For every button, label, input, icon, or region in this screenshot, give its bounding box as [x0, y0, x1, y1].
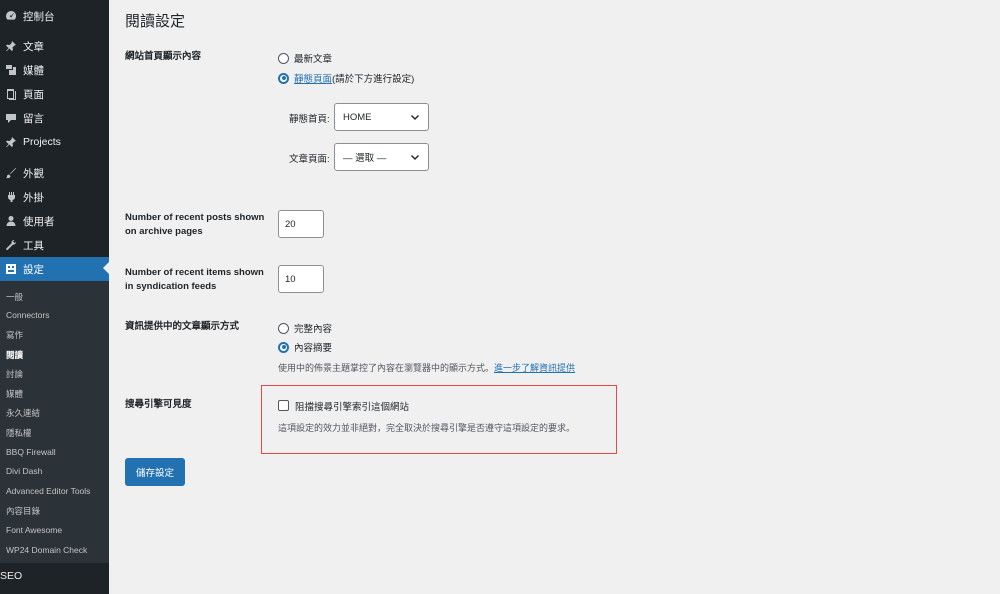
sidebar-item-label: 頁面: [23, 88, 44, 101]
radio-latest-posts[interactable]: 最新文章: [278, 51, 332, 65]
submenu-item-toc[interactable]: 內容目錄: [6, 505, 40, 517]
posts-per-page-input[interactable]: 20: [278, 210, 324, 238]
radio-button[interactable]: [278, 52, 289, 64]
sidebar-item-label: 媒體: [23, 64, 44, 77]
settings-icon: [5, 263, 17, 275]
sidebar-item-media[interactable]: 媒體: [0, 59, 109, 81]
submenu-item-advanced-editor-tools[interactable]: Advanced Editor Tools: [6, 486, 90, 496]
posts-page-label: 文章頁面:: [289, 154, 330, 165]
page-title: 閱讀設定: [125, 13, 186, 30]
main-content: 閱讀設定 網站首頁顯示內容 最新文章 靜態頁面 (請於下方進行設定) 靜態首頁:…: [109, 0, 1000, 594]
media-icon: [5, 64, 17, 76]
pin-icon: [5, 40, 17, 52]
submenu-item-connectors[interactable]: Connectors: [6, 310, 49, 320]
front-page-select-value: HOME: [343, 111, 372, 123]
sidebar-item-label: 使用者: [23, 215, 55, 228]
posts-page-select-value: — 選取 —: [343, 153, 387, 164]
pin-icon: [5, 136, 17, 148]
static-page-link[interactable]: 靜態頁面: [294, 71, 332, 85]
homepage-display-label: 網站首頁顯示內容: [125, 51, 202, 62]
discourage-search-checkbox[interactable]: [278, 400, 289, 411]
feed-content-description: 使用中的佈景主題掌控了內容在瀏覽器中的顯示方式。進一步了解資訊提供: [278, 361, 575, 374]
sidebar-item-seo[interactable]: SEO: [0, 563, 109, 589]
sidebar-item-plugins[interactable]: 外掛: [0, 186, 109, 208]
radio-static-page[interactable]: 靜態頁面 (請於下方進行設定): [278, 71, 414, 85]
sidebar-item-posts[interactable]: 文章: [0, 35, 109, 57]
discourage-search-label[interactable]: 阻擋搜尋引擎索引這個網站: [295, 399, 409, 413]
submenu-item-reading[interactable]: 閱讀: [6, 349, 23, 361]
submenu-item-general[interactable]: 一般: [6, 291, 23, 303]
radio-label-latest: 最新文章: [294, 54, 333, 65]
user-icon: [5, 215, 17, 227]
sidebar-item-label: 控制台: [23, 10, 55, 23]
submenu-item-wp24-domain-check[interactable]: WP24 Domain Check: [6, 545, 87, 555]
feed-items-label: Number of recent items shown in syndicat…: [125, 267, 264, 292]
plugin-icon: [5, 191, 17, 203]
radio-button[interactable]: [278, 322, 289, 334]
sidebar-item-pages[interactable]: 頁面: [0, 83, 109, 105]
posts-per-page-label: Number of recent posts shown on archive …: [125, 212, 265, 237]
chevron-down-icon: [411, 155, 419, 160]
posts-per-page-value: 20: [285, 218, 296, 230]
sidebar-item-users[interactable]: 使用者: [0, 210, 109, 232]
submenu-item-permalinks[interactable]: 永久連結: [6, 407, 40, 419]
radio-full-text[interactable]: 完整內容: [278, 321, 332, 335]
submenu-item-font-awesome[interactable]: Font Awesome: [6, 525, 62, 535]
posts-page-select[interactable]: — 選取 —: [334, 143, 429, 171]
radio-button-checked[interactable]: [278, 72, 289, 84]
admin-sidebar: 控制台 文章 媒體 頁面 留言 Projects 外觀 外掛 使用者 工具 設定: [0, 0, 109, 594]
submenu-item-writing[interactable]: 寫作: [6, 329, 23, 341]
feed-items-input[interactable]: 10: [278, 265, 324, 293]
submenu-item-divi-dash[interactable]: Divi Dash: [6, 466, 42, 476]
highlight-box: [261, 385, 617, 454]
feed-learn-more-link[interactable]: 進一步了解資訊提供: [494, 363, 575, 373]
wrench-icon: [5, 239, 17, 251]
chevron-down-icon: [411, 115, 419, 120]
feed-items-value: 10: [285, 273, 296, 285]
sidebar-item-comments[interactable]: 留言: [0, 107, 109, 129]
front-page-label: 靜態首頁:: [289, 114, 330, 125]
sidebar-item-label: Projects: [23, 136, 61, 148]
sidebar-item-projects[interactable]: Projects: [0, 131, 109, 153]
sidebar-item-appearance[interactable]: 外觀: [0, 162, 109, 184]
search-visibility-label: 搜尋引擎可見度: [125, 399, 192, 410]
sidebar-item-label: SEO: [0, 570, 23, 582]
radio-label-excerpt: 內容摘要: [294, 343, 333, 354]
search-visibility-description: 這項設定的效力並非絕對，完全取決於搜尋引擎是否遵守這項設定的要求。: [278, 423, 576, 433]
feed-content-label: 資訊提供中的文章顯示方式: [125, 321, 240, 332]
sidebar-item-label: 外觀: [23, 167, 44, 180]
sidebar-item-label: 設定: [23, 263, 44, 276]
sidebar-item-label: 文章: [23, 40, 44, 53]
feed-desc-text: 使用中的佈景主題掌控了內容在瀏覽器中的顯示方式。: [278, 363, 495, 373]
submenu-item-media[interactable]: 媒體: [6, 388, 23, 400]
radio-label-full: 完整內容: [294, 324, 333, 335]
radio-excerpt[interactable]: 內容摘要: [278, 340, 332, 354]
submenu-item-privacy[interactable]: 隱私權: [6, 427, 32, 439]
save-button[interactable]: 儲存設定: [125, 458, 185, 486]
page-icon: [5, 88, 17, 100]
comment-icon: [5, 112, 17, 124]
front-page-select[interactable]: HOME: [334, 103, 429, 131]
settings-submenu: 一般 Connectors 寫作 閱讀 討論 媒體 永久連結 隱私權 BBQ F…: [0, 281, 109, 563]
submenu-item-bbq-firewall[interactable]: BBQ Firewall: [6, 447, 56, 457]
radio-button-checked[interactable]: [278, 341, 289, 353]
sidebar-item-settings[interactable]: 設定: [0, 257, 109, 281]
static-page-suffix: (請於下方進行設定): [332, 74, 415, 85]
submenu-item-discussion[interactable]: 討論: [6, 368, 23, 380]
dashboard-icon: [5, 10, 17, 22]
sidebar-item-dashboard[interactable]: 控制台: [0, 5, 109, 27]
sidebar-item-label: 工具: [23, 239, 44, 252]
sidebar-item-label: 外掛: [23, 191, 44, 204]
sidebar-item-label: 留言: [23, 112, 44, 125]
brush-icon: [5, 167, 17, 179]
sidebar-item-tools[interactable]: 工具: [0, 234, 109, 256]
